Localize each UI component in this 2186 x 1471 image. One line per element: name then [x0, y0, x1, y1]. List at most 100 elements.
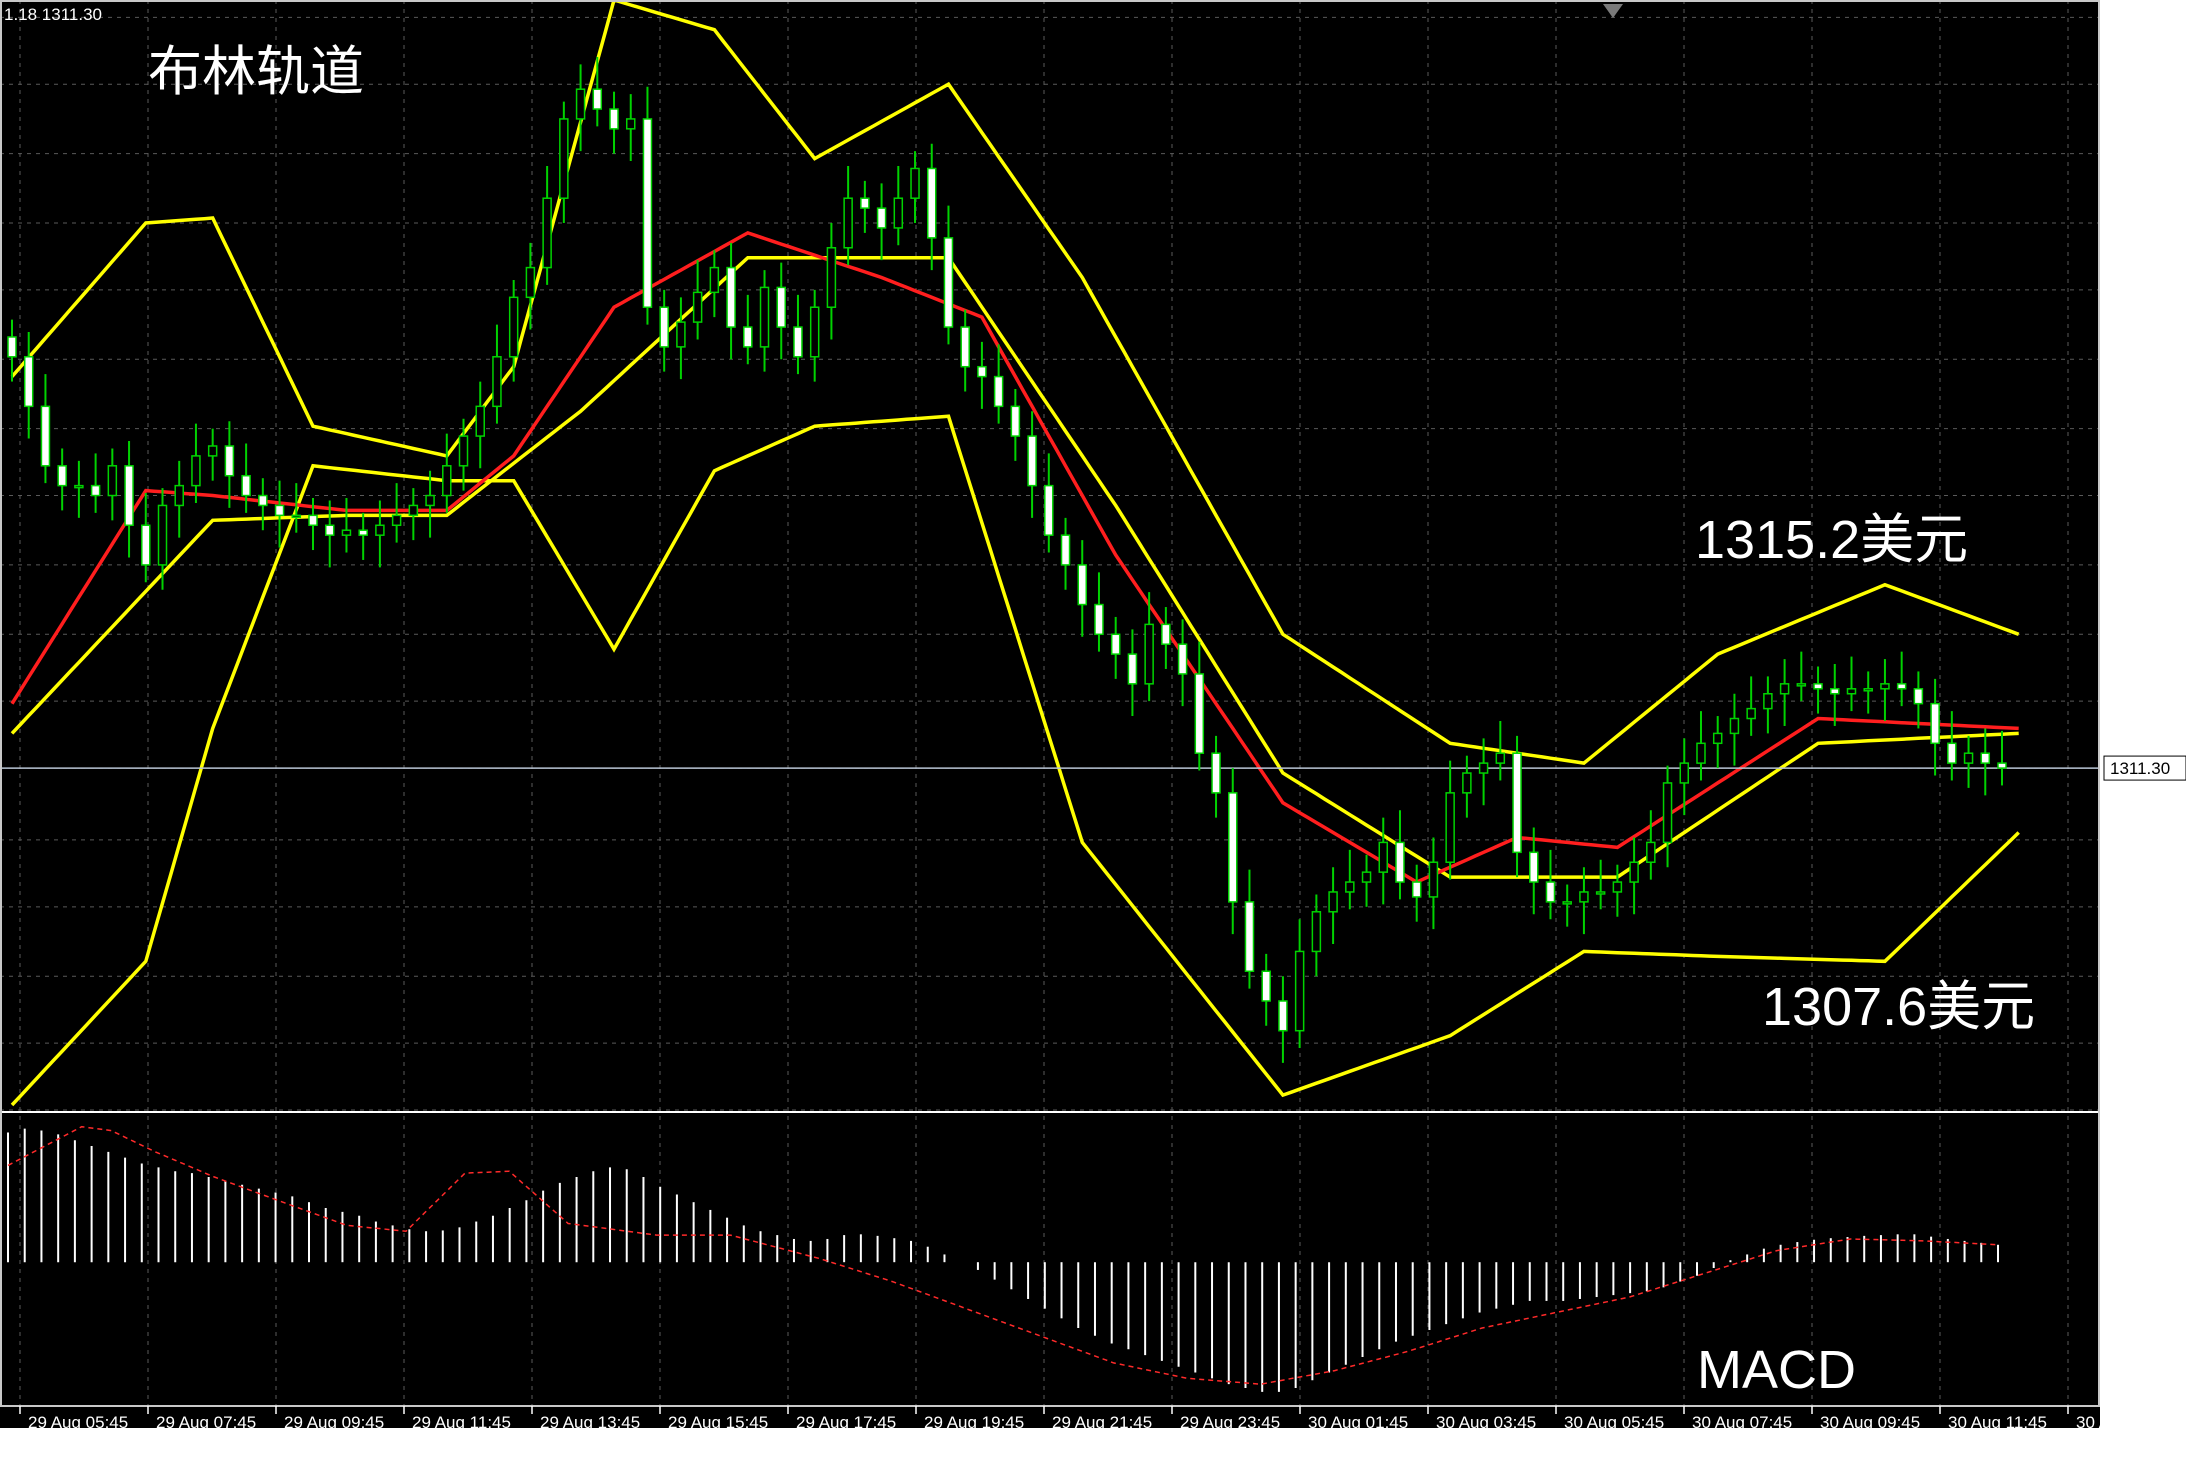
time-tick-label: 29 Aug 15:45: [668, 1413, 768, 1432]
candle-body-down: [1110, 633, 1121, 655]
time-tick-label: 29 Aug 17:45: [796, 1413, 896, 1432]
candle-body-up: [1629, 861, 1639, 883]
time-tick-label: 29 Aug 21:45: [1052, 1413, 1152, 1432]
candle-body-up: [1846, 688, 1857, 695]
price-tick-label: 1312.65: [2112, 692, 2173, 711]
candle-body-down: [1010, 405, 1021, 437]
candle-body-up: [408, 504, 419, 517]
candle-body-down: [743, 326, 753, 348]
candle-body-down: [23, 356, 34, 408]
candle-body-down: [1077, 564, 1088, 606]
candle-body-up: [1612, 881, 1623, 893]
candle-body-down: [7, 336, 17, 358]
price-tick-label: 1309.85: [2112, 831, 2173, 850]
price-tick-label: 1319.55: [2112, 350, 2173, 369]
candle-body-up: [1328, 891, 1338, 913]
candle-body-down: [1228, 792, 1238, 903]
candle-body-down: [726, 266, 736, 328]
candle-body-up: [391, 514, 402, 527]
candle-body-up: [74, 484, 84, 489]
candle-body-up: [692, 291, 703, 323]
candle-body-down: [274, 504, 285, 517]
chart-svg: 1326.45 1325.10 1323.70 1322.30 1320.95 1319.…: [0, 0, 2186, 1466]
candle-body-up: [508, 296, 519, 358]
candle-body-down: [926, 167, 937, 239]
candle-body-down: [793, 326, 803, 358]
candle-body-up: [843, 197, 853, 249]
candle-body-down: [1027, 435, 1037, 487]
candle-body-up: [709, 266, 720, 294]
candle-body-up: [559, 118, 569, 199]
candle-body-down: [1161, 623, 1171, 645]
candle-body-up: [826, 247, 837, 308]
candle-body-up: [1779, 683, 1790, 695]
macd-tick-label: 0.00: [2112, 1253, 2145, 1272]
price-tick-label: 1316.80: [2112, 487, 2173, 506]
candle-body-down: [609, 108, 619, 130]
candle-body-up: [1562, 901, 1572, 905]
time-tick-label: 30 Aug 13:45: [2076, 1413, 2176, 1432]
candle-body-up: [1963, 752, 1974, 764]
candle-body-up: [1462, 772, 1472, 794]
candle-body-up: [676, 321, 686, 348]
candle-body-up: [375, 524, 385, 536]
candle-body-down: [1261, 970, 1271, 1002]
price-tick-label: 1308.50: [2112, 898, 2173, 917]
candle-body-down: [57, 465, 67, 487]
current-price-label: 1311.30: [2110, 759, 2170, 778]
candle-body-up: [1579, 891, 1589, 903]
candle-body-up: [1863, 688, 1873, 692]
candle-body-down: [1411, 881, 1422, 898]
candle-body-down: [1244, 901, 1255, 972]
candle-body-down: [776, 286, 786, 328]
candle-body-down: [1529, 851, 1539, 883]
candle-body-down: [1930, 702, 1940, 745]
candle-body-up: [809, 306, 820, 358]
candle-body-down: [90, 484, 101, 497]
candle-body-up: [207, 445, 218, 457]
candle-body-up: [1311, 911, 1322, 953]
candle-body-down: [1395, 841, 1405, 883]
candle-body-down: [1194, 673, 1205, 754]
price-tick-label: 1307.10: [2112, 967, 2173, 986]
candle-body-down: [1211, 752, 1221, 794]
price-tick-label: 1320.95: [2112, 281, 2173, 300]
candle-body-up: [1428, 861, 1439, 898]
candle-body-down: [1980, 752, 1991, 764]
candle-body-down: [1813, 683, 1823, 690]
price-tick-label: 1315.40: [2112, 556, 2173, 575]
candle-body-up: [1662, 782, 1673, 844]
candle-body-down: [258, 494, 268, 507]
candle-body-down: [1947, 742, 1957, 764]
candle-body-up: [1345, 881, 1355, 893]
candle-body-down: [592, 88, 603, 110]
candle-body-up: [910, 167, 920, 199]
time-tick-label: 30 Aug 05:45: [1564, 1413, 1664, 1432]
candle-body-up: [1796, 683, 1807, 687]
candle-body-down: [308, 514, 318, 527]
candle-body-up: [1712, 732, 1723, 745]
candle-body-down: [324, 524, 335, 536]
candle-body-up: [475, 405, 485, 437]
annotation-lower: 1307.6美元: [1762, 977, 2035, 1037]
candle-body-down: [141, 524, 151, 566]
annotation-upper: 1315.2美元: [1695, 510, 1968, 570]
candle-body-up: [1679, 762, 1690, 784]
candle-body-down: [860, 197, 870, 209]
candle-body-down: [1060, 534, 1071, 566]
price-tick-label: 1325.10: [2112, 75, 2173, 94]
candle-body-down: [1044, 484, 1054, 536]
candle-body-down: [993, 375, 1004, 408]
candle-body-up: [174, 484, 184, 507]
candle-body-down: [876, 207, 887, 229]
candle-body-up: [575, 88, 586, 120]
candle-body-up: [1478, 762, 1489, 774]
chart-title: 布林轨道: [148, 42, 364, 102]
candle-body-up: [1880, 683, 1890, 690]
candle-body-up: [1729, 717, 1740, 735]
price-tick-label: 1318.15: [2112, 420, 2173, 439]
candle-body-up: [492, 356, 502, 408]
candle-body-down: [1896, 683, 1907, 690]
candle-body-down: [241, 474, 251, 497]
macd-tick-label: -3.456: [2112, 1387, 2160, 1406]
